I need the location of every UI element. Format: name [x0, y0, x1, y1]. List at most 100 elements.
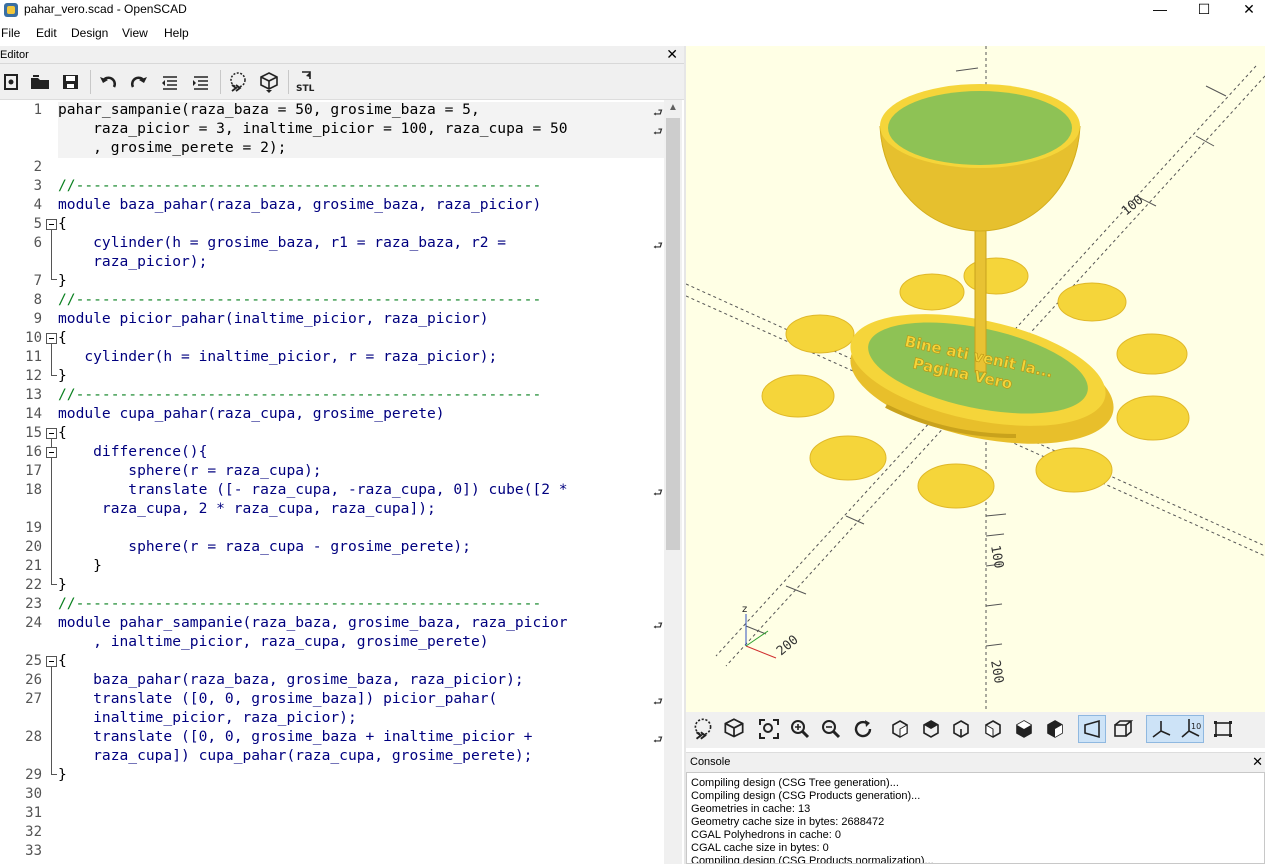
- line-number: 21: [25, 558, 42, 574]
- code-line: module picior_pahar(inaltime_picior, raz…: [58, 310, 489, 327]
- axis-z-label: z: [742, 604, 747, 615]
- code-line: translate ([- raza_cupa, -raza_cupa, 0])…: [58, 481, 568, 498]
- new-icon[interactable]: [0, 70, 24, 94]
- svg-text:10: 10: [1191, 722, 1201, 731]
- show-axes-icon[interactable]: [1149, 717, 1173, 741]
- view-left-icon[interactable]: [981, 717, 1005, 741]
- fold-end: [51, 279, 57, 280]
- scroll-up-arrow-icon[interactable]: ▲: [668, 102, 678, 113]
- wrap-arrow-icon: ⮐: [653, 696, 663, 708]
- console-close-button[interactable]: ✕: [1252, 754, 1263, 770]
- line-number: 25: [25, 653, 42, 669]
- fold-toggle[interactable]: [46, 219, 57, 230]
- line-number: 24: [25, 615, 42, 631]
- view-all-icon[interactable]: [757, 717, 781, 741]
- preview-icon[interactable]: [226, 70, 250, 94]
- 3d-viewport[interactable]: 100 200 100 200 Bine ati venit la... Pag…: [685, 46, 1265, 712]
- line-number: 31: [25, 805, 42, 821]
- code-line: module cupa_pahar(raza_cupa, grosime_per…: [58, 405, 445, 422]
- reset-view-icon[interactable]: [851, 717, 875, 741]
- toolbar-separator: [288, 70, 289, 94]
- line-number: 20: [25, 539, 42, 555]
- code-line-comment: //--------------------------------------…: [58, 386, 542, 403]
- maximize-button[interactable]: ☐: [1181, 0, 1227, 22]
- code-line: raza_cupa, 2 * raza_cupa, raza_cupa]);: [58, 500, 436, 517]
- scrollbar-thumb[interactable]: [666, 118, 680, 550]
- code-line: raza_picior);: [58, 253, 208, 270]
- view-bottom-icon[interactable]: [949, 717, 973, 741]
- glass-cup: [879, 84, 1081, 232]
- code-line: cylinder(h = grosime_baza, r1 = raza_baz…: [58, 234, 507, 251]
- perspective-icon[interactable]: [1080, 717, 1104, 741]
- view-top-icon[interactable]: [919, 717, 943, 741]
- zoom-out-icon[interactable]: [819, 717, 843, 741]
- line-number: 14: [25, 406, 42, 422]
- menu-edit[interactable]: Edit: [36, 26, 57, 40]
- show-scale-icon[interactable]: 10: [1179, 717, 1203, 741]
- fold-end: [51, 774, 57, 775]
- close-window-button[interactable]: ✕: [1226, 0, 1265, 22]
- open-icon[interactable]: [28, 70, 52, 94]
- code-line: sphere(r = raza_cupa);: [58, 462, 322, 479]
- menu-help[interactable]: Help: [164, 26, 189, 40]
- code-line: raza_picior = 3, inaltime_picior = 100, …: [58, 120, 568, 137]
- line-number: 22: [25, 577, 42, 593]
- view-front-icon[interactable]: [1012, 717, 1036, 741]
- render-icon[interactable]: [721, 716, 747, 742]
- render-icon[interactable]: [257, 70, 281, 94]
- editor-title: Editor: [0, 49, 29, 61]
- editor-close-button[interactable]: ✕: [666, 46, 678, 63]
- indent-icon[interactable]: [189, 70, 213, 94]
- view-right-icon[interactable]: [888, 717, 912, 741]
- unindent-icon[interactable]: [158, 70, 182, 94]
- view-back-icon[interactable]: [1043, 717, 1067, 741]
- code-editor[interactable]: 1 2 3 4 5 6 7 8 9 10 11 12 13 14 15 16 1…: [0, 100, 684, 864]
- orthogonal-icon[interactable]: [1111, 717, 1135, 741]
- console-title: Console: [690, 756, 731, 768]
- undo-icon[interactable]: [96, 70, 120, 94]
- wrap-arrow-icon: ⮐: [653, 126, 663, 138]
- wrap-arrow-icon: ⮐: [653, 734, 663, 746]
- fold-toggle[interactable]: [46, 428, 57, 439]
- window-title: pahar_vero.scad - OpenSCAD: [24, 2, 187, 16]
- console-line: Compiling design (CSG Tree generation)..…: [691, 777, 899, 789]
- code-line: {: [58, 424, 67, 441]
- wrap-arrow-icon: ⮐: [653, 240, 663, 252]
- line-number: 3: [33, 178, 42, 194]
- menu-file[interactable]: File: [1, 26, 20, 40]
- export-stl-icon[interactable]: STL: [294, 70, 318, 94]
- code-line: translate ([0, 0, grosime_baza]) picior_…: [58, 690, 498, 707]
- console-line: CGAL cache size in bytes: 0: [691, 842, 829, 854]
- view-toolbar: 10: [686, 712, 1265, 748]
- preview-icon[interactable]: [690, 716, 716, 742]
- code-line-comment: //--------------------------------------…: [58, 291, 542, 308]
- editor-dock-header: Editor ✕: [0, 46, 684, 64]
- fold-toggle[interactable]: [46, 447, 57, 458]
- line-number: 18: [25, 482, 42, 498]
- console-output[interactable]: Compiling design (CSG Tree generation)..…: [686, 772, 1265, 864]
- line-number: 1: [33, 102, 42, 118]
- fold-line: [51, 667, 52, 774]
- console-line: CGAL Polyhedrons in cache: 0: [691, 829, 842, 841]
- console-line: Compiling design (CSG Products normaliza…: [691, 855, 934, 864]
- redo-icon[interactable]: [127, 70, 151, 94]
- ruler-label: 200: [774, 632, 802, 659]
- ruler-label: 200: [987, 659, 1006, 685]
- code-line: {: [58, 652, 67, 669]
- stl-label: STL: [296, 84, 315, 94]
- code-line: translate ([0, 0, grosime_baza + inaltim…: [58, 728, 533, 745]
- line-number: 12: [25, 368, 42, 384]
- menu-design[interactable]: Design: [71, 26, 108, 40]
- code-line: }: [58, 272, 67, 289]
- show-edges-icon[interactable]: [1211, 717, 1235, 741]
- zoom-in-icon[interactable]: [788, 717, 812, 741]
- menu-view[interactable]: View: [122, 26, 148, 40]
- fold-toggle[interactable]: [46, 333, 57, 344]
- console-line: Geometries in cache: 13: [691, 803, 811, 815]
- code-line: {: [58, 329, 67, 346]
- fold-toggle[interactable]: [46, 656, 57, 667]
- minimize-button[interactable]: —: [1137, 0, 1183, 22]
- save-icon[interactable]: [59, 70, 83, 94]
- line-number: 5: [33, 216, 42, 232]
- code-line: baza_pahar(raza_baza, grosime_baza, raza…: [58, 671, 524, 688]
